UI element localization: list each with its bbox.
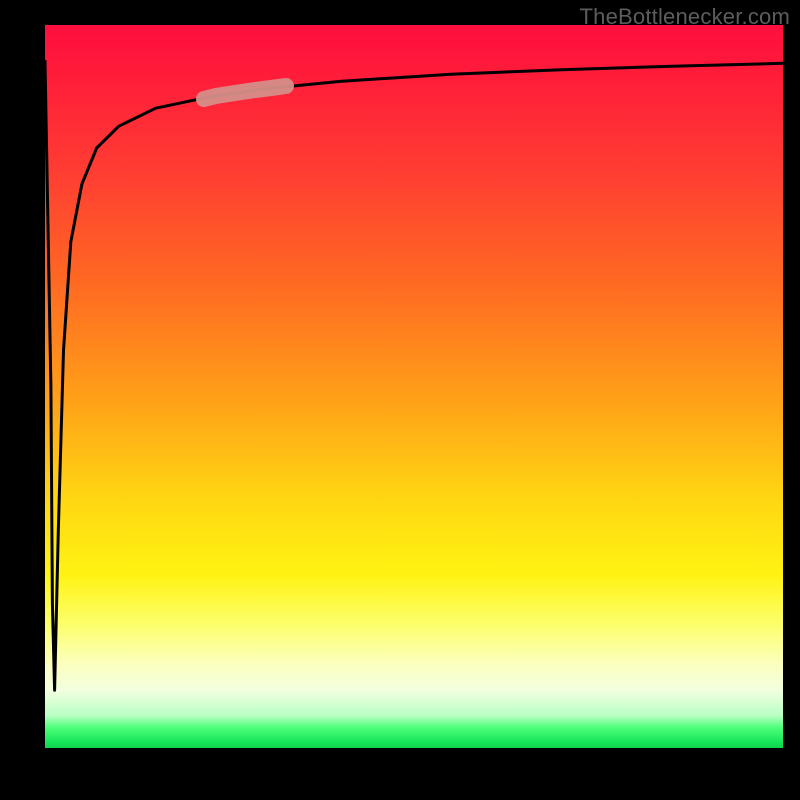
- plot-area: [45, 25, 783, 748]
- chart-stage: TheBottlenecker.com: [0, 0, 800, 800]
- watermark-text: TheBottlenecker.com: [580, 4, 790, 30]
